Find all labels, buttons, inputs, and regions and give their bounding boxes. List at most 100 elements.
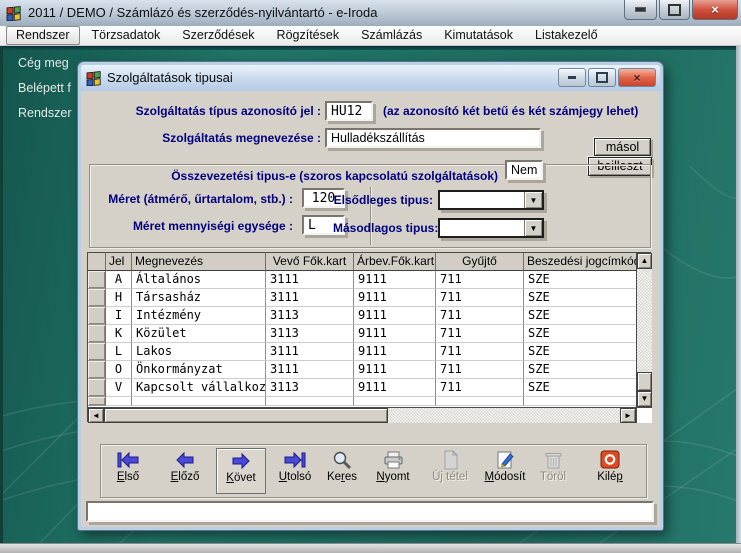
- first-record-icon: [115, 450, 141, 470]
- row-selector[interactable]: [88, 325, 106, 343]
- toolbar-edit-button[interactable]: Módosít: [481, 448, 529, 492]
- screen: { "window": { "title": "2011 / DEMO / Sz…: [0, 0, 741, 553]
- main-titlebar: 2011 / DEMO / Számlázó és szerződés-nyil…: [0, 0, 741, 27]
- dialog-status-field[interactable]: [86, 501, 654, 522]
- dialog-title: Szolgáltatások tipusai: [107, 65, 233, 91]
- row-selector[interactable]: [88, 289, 106, 307]
- menu-szerzodesek[interactable]: Szerződések: [172, 26, 264, 45]
- table-horizontal-scrollbar[interactable]: ◄ ►: [88, 407, 636, 423]
- header-vevo-fokkart: Vevő Fők.kart: [266, 253, 354, 271]
- table-empty-row: [88, 397, 636, 406]
- window-right-edge: [736, 46, 741, 543]
- secondary-type-label: Másodlagos tipus:: [333, 221, 433, 235]
- dialog-maximize-button[interactable]: [588, 68, 616, 87]
- table-row[interactable]: K Közület 3113 9111 711 SZE: [88, 325, 636, 343]
- close-button[interactable]: ×: [692, 0, 738, 20]
- cell-empty: [524, 397, 636, 406]
- scroll-left-button[interactable]: ◄: [88, 408, 104, 423]
- cell-jogcimkod: SZE: [524, 325, 636, 343]
- print-icon: [380, 450, 406, 470]
- table-row[interactable]: V Kapcsolt vállalkozás 3113 9111 711 SZE: [88, 379, 636, 397]
- secondary-type-combobox[interactable]: ▼: [438, 218, 544, 238]
- service-types-table: Jel Megnevezés Vevő Fők.kart Árbev.Fők.k…: [87, 252, 651, 422]
- dialog-close-button[interactable]: ×: [618, 68, 656, 87]
- minimize-button[interactable]: [624, 0, 657, 20]
- row-selector[interactable]: [88, 379, 106, 397]
- cell-vevo: 3111: [266, 289, 354, 307]
- header-selector: [88, 253, 106, 271]
- maximize-button[interactable]: [659, 0, 690, 20]
- secondary-type-dropdown-icon[interactable]: ▼: [524, 220, 542, 236]
- cell-arbev: 9111: [354, 379, 436, 397]
- menu-bar: Rendszer Törzsadatok Szerződések Rögzíté…: [0, 26, 741, 46]
- toolbar-search-button[interactable]: Keres: [318, 448, 366, 492]
- table-row[interactable]: L Lakos 3111 9111 711 SZE: [88, 343, 636, 361]
- service-name-input[interactable]: [325, 128, 541, 148]
- cell-vevo: 3111: [266, 271, 354, 289]
- toolbar-print-button[interactable]: Nyomt: [369, 448, 417, 492]
- menu-kimutatasok[interactable]: Kimutatások: [434, 26, 523, 45]
- cell-jogcimkod: SZE: [524, 379, 636, 397]
- dialog-minimize-icon: [568, 76, 576, 79]
- cell-megnevezes: Lakos: [132, 343, 266, 361]
- dialog-minimize-button[interactable]: [558, 68, 586, 87]
- toolbar-next-button[interactable]: Követ: [216, 448, 266, 494]
- dialog-titlebar[interactable]: Szolgáltatások tipusai ×: [81, 65, 660, 92]
- cell-vevo: 3113: [266, 307, 354, 325]
- cell-arbev: 9111: [354, 307, 436, 325]
- last-record-icon: [282, 450, 308, 470]
- merge-type-input[interactable]: [505, 160, 543, 180]
- cell-arbev: 9111: [354, 289, 436, 307]
- cell-jel: A: [106, 271, 132, 289]
- row-selector[interactable]: [88, 271, 106, 289]
- menu-szamlazas[interactable]: Számlázás: [351, 26, 432, 45]
- size-unit-label: Méret mennyiségi egysége :: [93, 219, 293, 233]
- cell-jogcimkod: SZE: [524, 289, 636, 307]
- scroll-right-button[interactable]: ►: [620, 408, 636, 423]
- row-selector[interactable]: [88, 307, 106, 325]
- menu-rogzitesek[interactable]: Rögzítések: [267, 26, 350, 45]
- horizontal-scroll-thumb[interactable]: [104, 408, 388, 423]
- cell-jel: O: [106, 361, 132, 379]
- table-vertical-scrollbar[interactable]: ▲ ▼: [636, 253, 652, 407]
- cell-megnevezes: Önkormányzat: [132, 361, 266, 379]
- cell-arbev: 9111: [354, 343, 436, 361]
- menu-rendszer[interactable]: Rendszer: [6, 26, 80, 45]
- table-row[interactable]: I Intézmény 3113 9111 711 SZE: [88, 307, 636, 325]
- table-row[interactable]: H Társasház 3111 9111 711 SZE: [88, 289, 636, 307]
- close-icon: ×: [711, 3, 719, 16]
- main-window-title: 2011 / DEMO / Számlázó és szerződés-nyil…: [28, 0, 377, 26]
- toolbar-last-button[interactable]: Utolsó: [271, 448, 319, 492]
- menu-torzsadatok[interactable]: Törzsadatok: [82, 26, 171, 45]
- header-jel: Jel: [106, 253, 132, 271]
- toolbar-first-button[interactable]: Első: [104, 448, 152, 492]
- row-selector: [88, 397, 106, 406]
- row-selector[interactable]: [88, 343, 106, 361]
- cell-jel: K: [106, 325, 132, 343]
- type-code-input[interactable]: [325, 101, 373, 121]
- primary-type-dropdown-icon[interactable]: ▼: [524, 192, 542, 208]
- table-row[interactable]: O Önkormányzat 3111 9111 711 SZE: [88, 361, 636, 379]
- size-label: Méret (átmérő, űrtartalom, stb.) :: [93, 192, 293, 206]
- primary-type-combobox[interactable]: ▼: [438, 190, 544, 210]
- scroll-up-button[interactable]: ▲: [637, 253, 652, 269]
- toolbar-exit-button[interactable]: Kilép: [586, 448, 634, 492]
- cell-empty: [436, 397, 524, 406]
- type-code-hint: (az azonosító két betű és két számjegy l…: [383, 104, 638, 118]
- cell-gyujto: 711: [436, 271, 524, 289]
- toolbar-previous-button[interactable]: Előző: [161, 448, 209, 492]
- menu-listakezelo[interactable]: Listakezelő: [525, 26, 608, 45]
- previous-record-icon: [172, 450, 198, 470]
- copy-button[interactable]: másol: [594, 138, 651, 156]
- cell-jogcimkod: SZE: [524, 361, 636, 379]
- new-item-icon: [437, 450, 463, 470]
- header-arbev-fokkart: Árbev.Fők.kart: [354, 253, 436, 271]
- cell-jel: I: [106, 307, 132, 325]
- row-selector[interactable]: [88, 361, 106, 379]
- table-row[interactable]: A Általános 3111 9111 711 SZE: [88, 271, 636, 289]
- window-left-edge: [0, 46, 3, 543]
- scroll-down-button[interactable]: ▼: [637, 391, 652, 407]
- dialog-window-icon: [86, 70, 102, 86]
- merge-type-label: Összevezetési tipus-e (szoros kapcsolatú…: [106, 169, 498, 183]
- vertical-scroll-thumb[interactable]: [637, 372, 652, 391]
